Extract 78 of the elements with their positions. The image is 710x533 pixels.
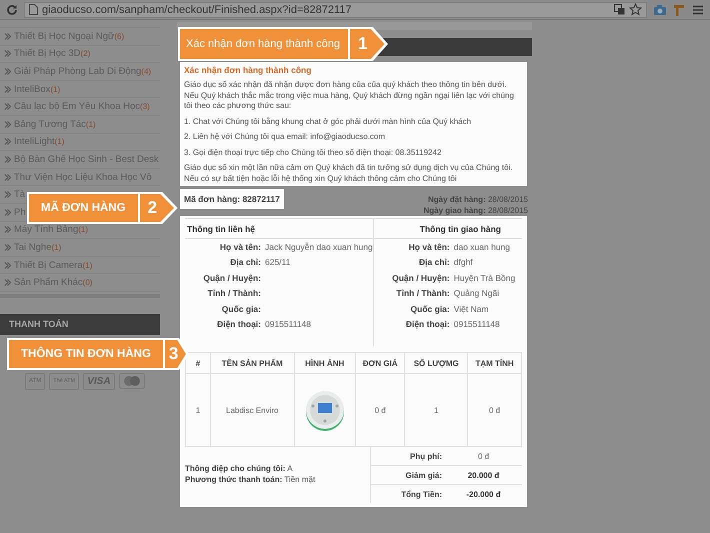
chevron-icon (4, 156, 11, 163)
total-label: Phụ phí: (370, 447, 445, 465)
paragraph: Giáo dục số xác nhận đã nhận được đơn hàng của của quý khách theo thông tin bên dưới. Nếu Quý khách thắc mắc trong việc mua hàng, Quý khách đừng ngần ngại liên lạc với chúng tôi theo các phương thức sau: (184, 80, 515, 112)
total-label: Giảm giá: (370, 466, 445, 484)
field-value: Jack Nguyễn dao xuan hung (265, 242, 373, 252)
chevron-icon (4, 120, 11, 128)
paragraph: 1. Chat với Chúng tôi bằng khung chat ở góc phải dưới màn hình của Quý khách (184, 116, 472, 127)
paragraph: 2. Liên hệ với Chúng tôi qua email: info@giaoducso.com (184, 132, 386, 142)
order-note: Phương thức thanh toán: Tiền mặt (185, 474, 316, 485)
table-cell: 0 đ (468, 374, 522, 446)
url-field[interactable]: giaoducso.com/sanpham/checkout/Finished.aspx?id=82872117 (24, 2, 647, 18)
field-value: dao xuan hung (454, 242, 510, 252)
field-label: Quốc gia: (220, 304, 261, 314)
total-value: -20.000 đ (465, 490, 502, 498)
order-date: Ngày giao hàng: 28/08/2015 (424, 205, 528, 216)
column-header: TẠM TÍNH (468, 352, 522, 374)
callout-label: Xác nhận đơn hàng thành công (178, 27, 348, 61)
chevron-icon (4, 191, 11, 198)
chevron-icon (4, 174, 11, 181)
column-heading: Thông tin liên hệ (185, 219, 373, 239)
column-heading: Thông tin giao hàng (374, 219, 522, 239)
column-header: ĐƠN GIÁ (355, 352, 405, 374)
field-label: Họ và tên: (408, 242, 450, 252)
reload-icon[interactable] (6, 4, 18, 16)
confirmation-title: Xác nhận đơn hàng thành công (184, 65, 312, 75)
field-value: 0915511148 (454, 319, 500, 330)
card-circles-logo (118, 373, 145, 390)
field-label: Họ và tên: (218, 242, 261, 252)
field-label: Quận / Huyện: (202, 272, 261, 283)
column-header: TÊN SẢN PHẨM (210, 352, 294, 374)
field-label: Điện thoại: (404, 319, 450, 330)
paragraph: 3. Gọi điện thoại trực tiếp cho Chúng tôi theo số điện thoại: 08.35119242 (184, 148, 442, 158)
field-label: Địa chỉ: (229, 257, 261, 268)
field-value: Huyện Trà Bồng (454, 272, 516, 283)
column-header: HÌNH ẢNH (294, 352, 356, 374)
chevron-icon (4, 86, 11, 93)
chevron-icon (4, 226, 11, 234)
field-label: Tỉnh / Thành: (206, 288, 261, 298)
star-icon[interactable] (629, 3, 642, 16)
order-note: Thông điệp cho chúng tôi: A (185, 463, 294, 474)
section-heading: THANH TOÁN (0, 314, 160, 335)
chevron-icon (4, 244, 11, 251)
chevron-icon (4, 279, 11, 286)
field-label: Tỉnh / Thành: (395, 288, 450, 298)
total-label: Tổng Tiền: (370, 485, 445, 503)
field-value: Việt Nam (454, 304, 489, 314)
field-label: Quận / Huyện: (391, 272, 450, 283)
chevron-icon (4, 262, 11, 269)
paragraph: Giáo dục số xin một lần nữa cảm ơn Quý khách đã tin tưởng sử dụng dịch vụ của Chúng tôi. Nếu có sự bất tiện hoặc lỗi hệ thống xin Quý khách thông cảm cho Chúng tôi (184, 163, 514, 184)
total-value: 0 đ (476, 452, 490, 460)
chevron-icon (4, 138, 11, 146)
order-code: Mã đơn hàng: 82872117 (180, 189, 284, 209)
table-cell: Labdisc Enviro (210, 374, 294, 446)
field-label: Quốc gia: (410, 304, 450, 314)
chevron-icon (4, 32, 11, 40)
field-label: Địa chỉ: (418, 257, 450, 268)
chevron-icon (4, 50, 11, 58)
step-number-badge: 2 (138, 194, 176, 222)
step-number-badge: 1 (348, 29, 386, 59)
total-value: 20.000 đ (466, 470, 500, 480)
callout-label: MÃ ĐƠN HÀNG (27, 192, 138, 224)
table-cell: 0 đ (355, 374, 405, 446)
column-header: SỐ LƯỢMG (404, 352, 468, 374)
field-label: Điện thoại: (216, 319, 261, 330)
field-value: dfghf (454, 257, 473, 268)
field-value: 0915511148 (265, 319, 312, 330)
chevron-icon (4, 208, 11, 216)
chevron-icon (4, 68, 11, 75)
table-cell: 1 (186, 374, 210, 446)
menu-icon[interactable] (692, 4, 704, 16)
order-date: Ngày đặt hàng: 28/08/2015 (426, 194, 528, 205)
table-cell: 1 (404, 374, 468, 446)
page-icon (29, 4, 38, 15)
field-value: Quảng Ngãi (454, 288, 500, 298)
camera-icon[interactable] (653, 4, 667, 16)
field-value: 625/11 (265, 257, 290, 268)
callout-label: THÔNG TIN ĐƠN HÀNG (7, 338, 163, 370)
chevron-icon (4, 103, 11, 110)
